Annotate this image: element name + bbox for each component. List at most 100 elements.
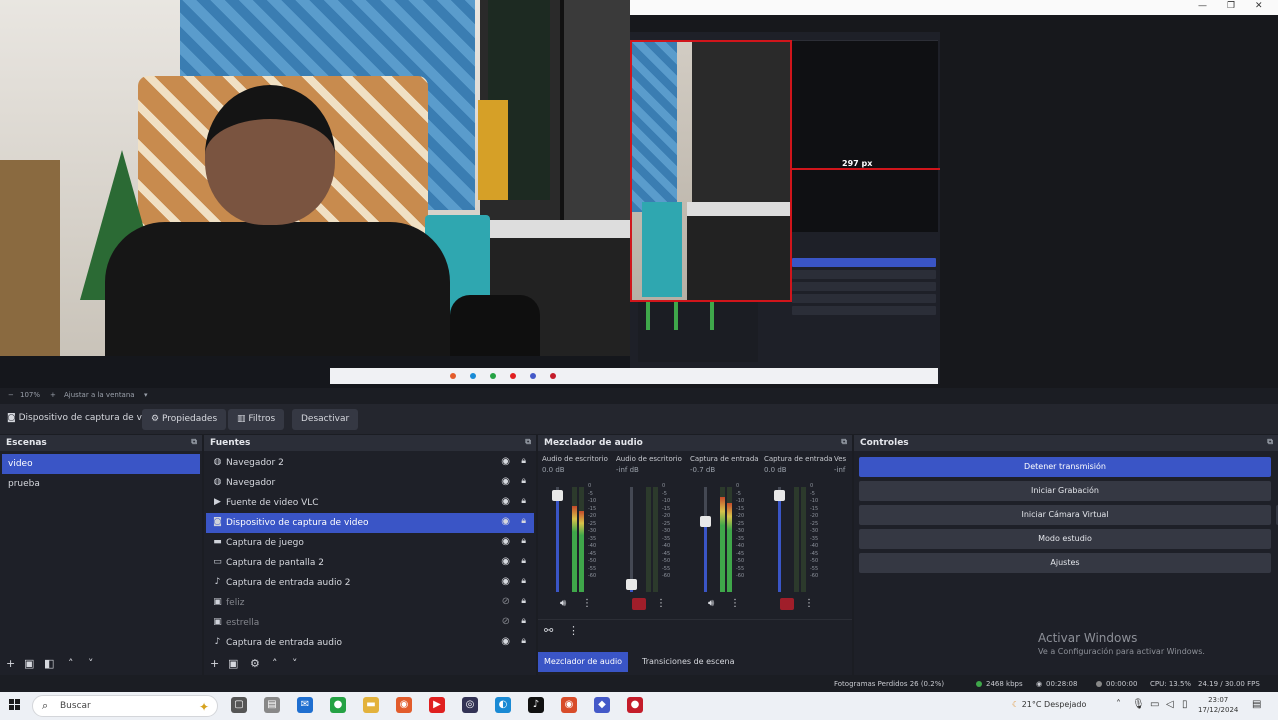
menu-icon[interactable]: ⋮	[568, 624, 579, 637]
lock-icon[interactable]: 🔒︎	[521, 616, 526, 626]
lock-icon[interactable]: 🔒︎	[521, 476, 526, 486]
control-button-0[interactable]: Detener transmisión	[859, 457, 1271, 477]
chrome-icon-2[interactable]: ◉	[561, 697, 577, 713]
close-icon[interactable]: ✕	[1255, 1, 1263, 11]
volume-icon[interactable]: 🔊︎	[560, 598, 566, 609]
red-app-icon[interactable]: ●	[627, 697, 643, 713]
source-item[interactable]: ◍ Navegador ◉ 🔒︎	[206, 473, 534, 493]
volume-icon[interactable]: ◁	[1166, 699, 1174, 710]
youtube-icon[interactable]: ▶	[429, 697, 445, 713]
whatsapp-icon[interactable]: ●	[330, 697, 346, 713]
zoom-in-button[interactable]: +	[50, 391, 56, 399]
mute-button[interactable]	[632, 598, 646, 610]
filter-icon[interactable]: ◧	[44, 657, 54, 670]
task-view-icon[interactable]: ▢	[231, 697, 247, 713]
source-item[interactable]: ▣ estrella ⊘ 🔒︎	[206, 613, 534, 633]
add-icon[interactable]: +	[210, 657, 219, 670]
control-button-3[interactable]: Modo estudio	[859, 529, 1271, 549]
remove-icon[interactable]: ▣	[24, 657, 34, 670]
lock-icon[interactable]: 🔒︎	[521, 516, 526, 526]
eye-hidden-icon[interactable]: ⊘	[502, 616, 510, 627]
notifications-icon[interactable]: ▤	[1252, 699, 1261, 710]
dock-float-icon[interactable]: ⧉	[525, 437, 531, 447]
gear-icon[interactable]: ⚙	[250, 657, 260, 670]
network-icon[interactable]: ▭	[1150, 699, 1159, 710]
source-item[interactable]: ♪ Captura de entrada audio ◉ 🔒︎	[206, 633, 534, 653]
zoom-dropdown-icon[interactable]: ▾	[144, 391, 148, 399]
move-down-icon[interactable]: ˅	[292, 657, 298, 670]
source-item[interactable]: ◍ Navegador 2 ◉ 🔒︎	[206, 453, 534, 473]
edge-icon[interactable]: ◐	[495, 697, 511, 713]
volume-slider-knob[interactable]	[626, 579, 637, 590]
move-up-icon[interactable]: ˄	[272, 657, 278, 670]
scene-item[interactable]: video	[2, 454, 200, 474]
volume-icon[interactable]: 🔊︎	[708, 598, 714, 609]
tiktok-icon[interactable]: ♪	[528, 697, 544, 713]
obs-icon[interactable]: ◎	[462, 697, 478, 713]
lock-icon[interactable]: 🔒︎	[521, 576, 526, 586]
move-up-icon[interactable]: ˄	[68, 657, 74, 670]
source-item[interactable]: ♪ Captura de entrada audio 2 ◉ 🔒︎	[206, 573, 534, 593]
eye-icon[interactable]: ◉	[501, 496, 510, 507]
volume-slider-knob[interactable]	[700, 516, 711, 527]
lock-icon[interactable]: 🔒︎	[521, 536, 526, 546]
microphone-icon[interactable]: 🎙︎	[1132, 699, 1145, 710]
eye-icon[interactable]: ◉	[501, 556, 510, 567]
source-item[interactable]: ▶ Fuente de video VLC ◉ 🔒︎	[206, 493, 534, 513]
source-item[interactable]: ▬ Captura de juego ◉ 🔒︎	[206, 533, 534, 553]
folder-icon[interactable]: ▬	[363, 697, 379, 713]
add-icon[interactable]: +	[6, 657, 15, 670]
remove-icon[interactable]: ▣	[228, 657, 238, 670]
lock-icon[interactable]: 🔒︎	[521, 456, 526, 466]
eye-icon[interactable]: ◉	[501, 576, 510, 587]
eye-icon[interactable]: ◉	[501, 456, 510, 467]
tab-scene-transitions[interactable]: Transiciones de escena	[636, 652, 741, 672]
zoom-out-button[interactable]: −	[8, 391, 14, 399]
properties-button[interactable]: ⚙ Propiedades	[142, 409, 227, 430]
dock-float-icon[interactable]: ⧉	[191, 437, 197, 447]
volume-slider-knob[interactable]	[552, 490, 563, 501]
deactivate-button[interactable]: Desactivar	[292, 409, 359, 430]
eye-icon[interactable]: ◉	[501, 636, 510, 647]
tray-chevron-icon[interactable]: ˄	[1116, 699, 1121, 710]
dock-float-icon[interactable]: ⧉	[841, 437, 847, 447]
chrome-icon[interactable]: ◉	[396, 697, 412, 713]
channel-menu-icon[interactable]: ⋮	[804, 598, 814, 609]
dock-float-icon[interactable]: ⧉	[1267, 437, 1273, 447]
battery-icon[interactable]: ▯	[1182, 699, 1188, 710]
app-icon[interactable]: ◆	[594, 697, 610, 713]
eye-icon[interactable]: ◉	[501, 476, 510, 487]
volume-slider[interactable]	[630, 487, 633, 592]
source-item[interactable]: ▣ feliz ⊘ 🔒︎	[206, 593, 534, 613]
clock[interactable]: 23:07 17/12/2024	[1198, 695, 1238, 715]
fit-window-label[interactable]: Ajustar a la ventana	[64, 391, 135, 399]
source-item[interactable]: ◙ Dispositivo de captura de video ◉ 🔒︎	[206, 513, 534, 533]
link-icon[interactable]: ⚯	[544, 624, 553, 637]
eye-hidden-icon[interactable]: ⊘	[502, 596, 510, 607]
weather-widget[interactable]: ☾ 21°C Despejado	[1012, 700, 1086, 709]
filters-button[interactable]: ▥ Filtros	[228, 409, 285, 430]
control-button-1[interactable]: Iniciar Grabación	[859, 481, 1271, 501]
tab-audio-mixer[interactable]: Mezclador de audio	[538, 652, 629, 672]
preview-canvas[interactable]: — ❐ ✕ 297 px	[0, 0, 1278, 388]
lock-icon[interactable]: 🔒︎	[521, 556, 526, 566]
source-item[interactable]: ▭ Captura de pantalla 2 ◉ 🔒︎	[206, 553, 534, 573]
maximize-icon[interactable]: ❐	[1227, 1, 1235, 11]
start-button[interactable]	[9, 699, 21, 711]
lock-icon[interactable]: 🔒︎	[521, 496, 526, 506]
minimize-icon[interactable]: —	[1198, 1, 1207, 11]
lock-icon[interactable]: 🔒︎	[521, 596, 526, 606]
channel-menu-icon[interactable]: ⋮	[582, 598, 592, 609]
eye-icon[interactable]: ◉	[501, 516, 510, 527]
taskbar-search[interactable]: ⌕ Buscar ✦	[32, 695, 218, 717]
volume-slider-knob[interactable]	[774, 490, 785, 501]
mail-icon[interactable]: ✉	[297, 697, 313, 713]
scene-item[interactable]: prueba	[2, 474, 200, 494]
files-icon[interactable]: ▤	[264, 697, 280, 713]
move-down-icon[interactable]: ˅	[88, 657, 94, 670]
channel-menu-icon[interactable]: ⋮	[730, 598, 740, 609]
lock-icon[interactable]: 🔒︎	[521, 636, 526, 646]
mute-button[interactable]	[780, 598, 794, 610]
control-button-4[interactable]: Ajustes	[859, 553, 1271, 573]
control-button-2[interactable]: Iniciar Cámara Virtual	[859, 505, 1271, 525]
